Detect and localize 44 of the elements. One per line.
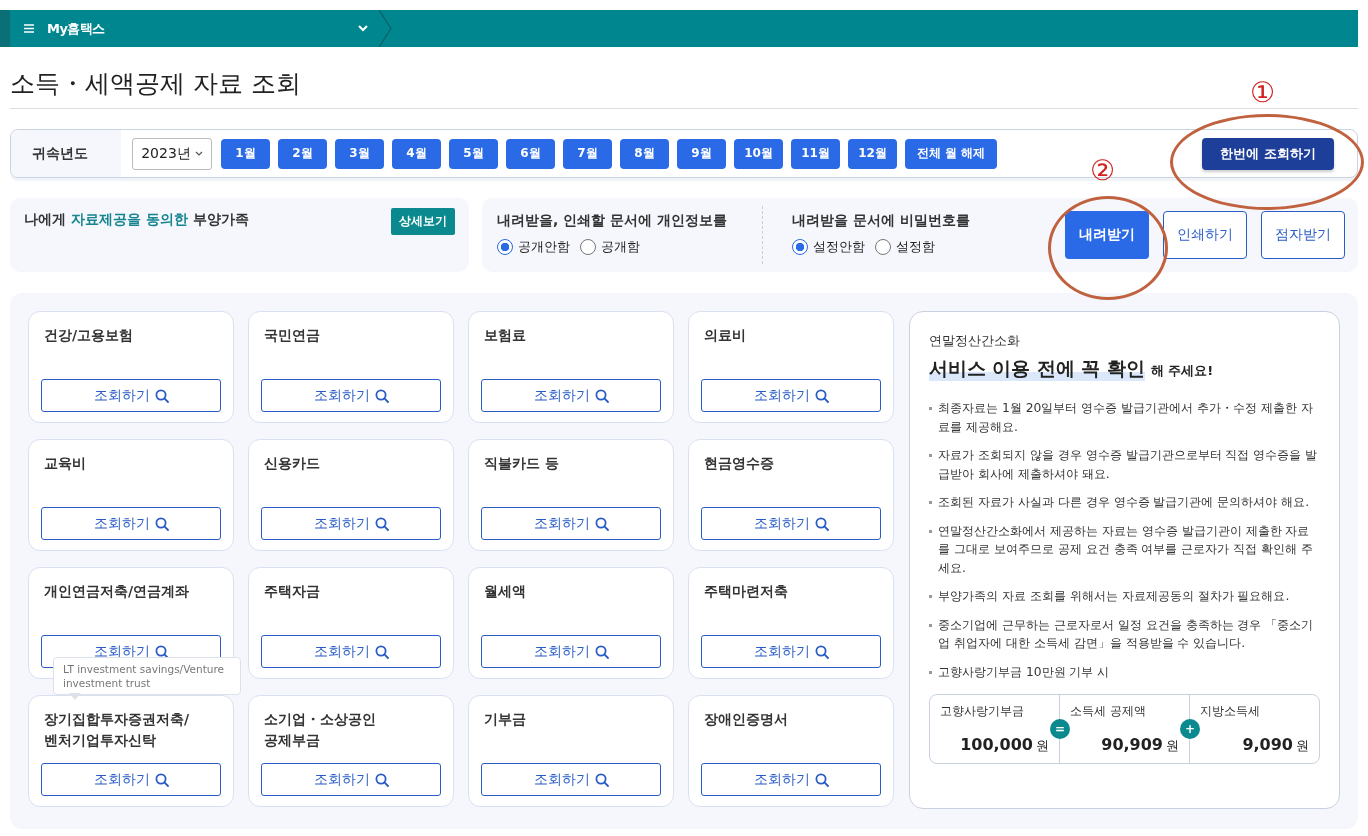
notice-text: 조회된 자료가 사실과 다른 경우 영수증 발급기관에 문의하셔야 해요. [938, 494, 1310, 511]
notice-text: 연말정산간소화에서 제공하는 자료는 영수증 발급기관이 제출한 자료를 그대로 보여주므로 공제 요건 충족 여부를 근로자가 직접 확인해 주세요. [938, 522, 1315, 577]
category-title: 장기집합투자증권저축/ 벤처기업투자신탁 [44, 710, 191, 750]
notice-eyebrow: 연말정산간소화 [929, 332, 1021, 350]
option-label: 내려받을 문서에 비밀번호를 [791, 212, 970, 230]
category-title: 장애인증명서 [704, 710, 789, 729]
notice-text: 부양가족의 자료 조회를 위해서는 자료제공동의 절차가 필요해요. [938, 588, 1290, 605]
amount-label: 고향사랑기부금 [940, 703, 1025, 720]
notice-text: 자료가 조회되지 않을 경우 영수증 발급기관으로부터 직접 영수증을 발급받아 회사에 제출하셔야 돼요. [938, 447, 1319, 483]
category-title: 국민연금 [264, 326, 321, 345]
category-title: 신용카드 [264, 454, 321, 473]
amount-label: 소득세 공제액 [1070, 703, 1147, 720]
amount-value: 100,000 [960, 735, 1033, 754]
amount-value: 90,909 [1101, 735, 1163, 754]
category-title: 주택자금 [264, 582, 321, 601]
option-label: 내려받을, 인쇄할 문서에 개인정보를 [497, 212, 727, 230]
tooltip: LT investment savings/Venture investment trust [53, 657, 241, 695]
page-title: 소득・세액공제 자료 조회 [10, 68, 301, 100]
category-title: 보험료 [484, 326, 527, 345]
category-title: 개인연금저축/연금계좌 [44, 582, 191, 601]
category-title: 소기업・소상공인 공제부금 [264, 710, 377, 750]
currency-unit: 원 [1296, 737, 1309, 755]
category-title: 교육비 [44, 454, 87, 473]
amount-value: 9,090 [1242, 735, 1293, 754]
category-title: 직불카드 등 [484, 454, 560, 473]
notice-text: 최종자료는 1월 20일부터 영수증 발급기관에서 추가・수정 제출한 자료를 제공해요. [938, 400, 1314, 436]
category-title: 주택마련저축 [704, 582, 789, 601]
currency-unit: 원 [1036, 737, 1049, 755]
year-label: 귀속년도 [32, 144, 88, 163]
notice-text: 고향사랑기부금 10만원 기부 시 [938, 663, 1110, 681]
currency-unit: 원 [1166, 737, 1179, 755]
operator-badge: = [1050, 719, 1070, 739]
dependents-text: 나에게 자료제공을 동의한 부양가족 [24, 211, 249, 229]
category-title: 월세액 [484, 582, 527, 601]
category-title: 현금영수증 [704, 454, 775, 473]
category-title: 의료비 [704, 326, 747, 345]
category-title: 기부금 [484, 710, 527, 729]
category-title: 건강/고용보험 [44, 326, 135, 345]
notice-text: 중소기업에 근무하는 근로자로서 일정 요건을 충족하는 경우 「중소기업 취업자에 대한 소득세 감면」을 적용받을 수 있습니다. [938, 616, 1315, 652]
annotation-number: ② [1090, 154, 1116, 188]
operator-badge: + [1180, 719, 1200, 739]
notice-headline-suffix: 해 주세요! [1150, 362, 1214, 380]
amount-label: 지방소득세 [1200, 703, 1261, 720]
annotation-number: ① [1250, 76, 1276, 110]
